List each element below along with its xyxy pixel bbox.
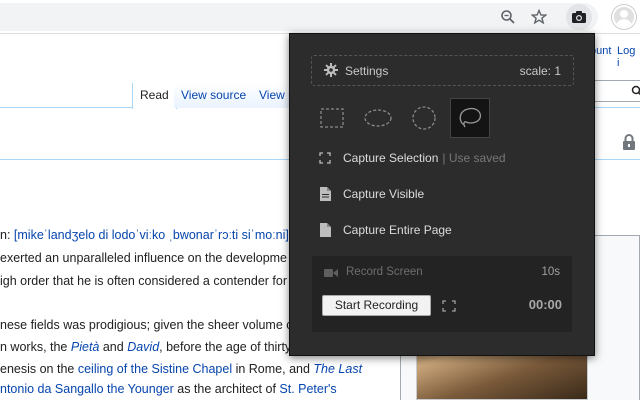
tab-view-source[interactable]: View source [174, 83, 255, 108]
record-area-icon[interactable] [442, 299, 456, 317]
david-link[interactable]: David [127, 340, 159, 354]
capture-selection-row[interactable]: Capture Selection | Use saved [318, 148, 506, 168]
st-peters-link[interactable]: St. Peter's [279, 382, 336, 396]
record-screen-label: Record Screen [346, 266, 423, 278]
circle-selection-icon[interactable] [404, 98, 444, 138]
article-line-1: n: [mikeˈlandʒelo di lodoˈviːko ˌbwonarˈ… [0, 228, 293, 242]
pieta-link[interactable]: Pietà [71, 340, 100, 354]
wiki-search-input[interactable] [590, 80, 640, 102]
record-panel: Record Screen 10s Start Recording 00:00 [312, 256, 572, 332]
sangallo-link[interactable]: ntonio da Sangallo the Younger [0, 382, 174, 396]
star-icon[interactable] [528, 6, 550, 28]
zoom-icon[interactable] [497, 6, 519, 28]
selection-corners-icon [318, 151, 332, 165]
capture-entire-label: Capture Entire Page [343, 223, 452, 237]
capture-popup: Settings scale: 1 Capture Selection | Us… [289, 33, 595, 356]
scale-label[interactable]: scale: 1 [520, 64, 561, 78]
header-link-login[interactable]: Log i [617, 45, 640, 69]
lock-icon [622, 134, 636, 155]
capture-visible-row[interactable]: Capture Visible [318, 184, 424, 204]
start-recording-button[interactable]: Start Recording [322, 295, 431, 316]
article-line-5: n works, the Pietà and David, before the… [0, 340, 292, 354]
camera-icon[interactable] [566, 4, 592, 30]
article-line-4: nese fields was prodigious; given the sh… [0, 318, 293, 332]
use-saved-link[interactable]: | Use saved [442, 151, 505, 165]
ipa-link[interactable]: [mikeˈlandʒelo di lodoˈviːko ˌbwonarˈrɔː… [14, 228, 292, 242]
ellipse-selection-icon[interactable] [358, 98, 398, 138]
article-line-7: ntonio da Sangallo the Younger as the ar… [0, 382, 337, 396]
sistine-link[interactable]: ceiling of the Sistine Chapel [78, 362, 232, 376]
capture-visible-label: Capture Visible [343, 187, 425, 201]
article-line-3: igh order that he is often considered a … [0, 274, 287, 288]
document-icon [318, 187, 332, 201]
record-duration[interactable]: 10s [541, 266, 560, 278]
settings-label: Settings [345, 64, 389, 78]
search-icon [631, 85, 640, 96]
gear-icon [324, 63, 338, 77]
tab-read[interactable]: Read [132, 83, 177, 109]
video-camera-icon [324, 269, 338, 277]
capture-entire-row[interactable]: Capture Entire Page [318, 220, 452, 240]
record-timer: 00:00 [528, 297, 562, 312]
settings-bar[interactable]: Settings scale: 1 [311, 55, 574, 86]
article-line-2: exerted an unparalleled influence on the… [0, 251, 288, 265]
browser-toolbar [0, 0, 640, 34]
page-icon [318, 223, 332, 237]
rectangle-selection-icon[interactable] [312, 98, 352, 138]
lasso-selection-icon[interactable] [450, 98, 490, 138]
capture-selection-label: Capture Selection [343, 151, 439, 165]
profile-avatar[interactable] [612, 5, 636, 29]
last-judgment-link[interactable]: The Last [313, 362, 362, 376]
article-line-6: enesis on the ceiling of the Sistine Cha… [0, 362, 363, 376]
